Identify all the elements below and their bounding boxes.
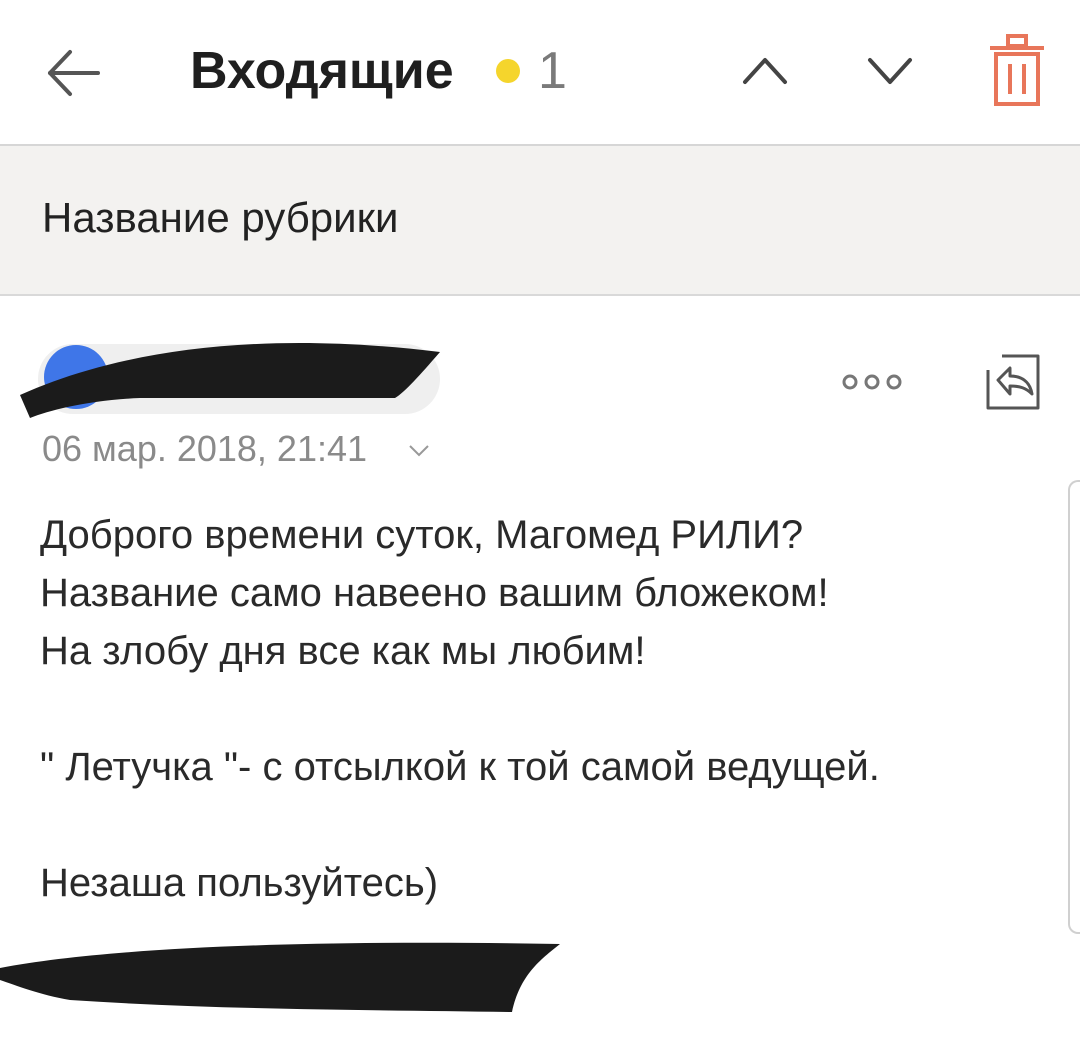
reply-icon[interactable] — [982, 350, 1044, 412]
chevron-down-icon[interactable] — [408, 443, 430, 457]
side-panel-edge[interactable] — [1068, 480, 1080, 934]
body-line: Незаша пользуйтесь) — [40, 861, 439, 905]
body-line: На злобу дня все как мы любим! — [40, 629, 646, 673]
body-line: Доброго времени суток, Магомед РИЛИ? — [40, 513, 804, 557]
more-icon[interactable] — [840, 370, 904, 394]
message-body: Доброго времени суток, Магомед РИЛИ? Наз… — [40, 506, 1040, 912]
body-line: Название само навеено вашим бложеком! — [40, 571, 829, 615]
body-line: " Летучка "- с отсылкой к той самой веду… — [40, 745, 880, 789]
message-date[interactable]: 06 мар. 2018, 21:41 — [42, 426, 367, 472]
